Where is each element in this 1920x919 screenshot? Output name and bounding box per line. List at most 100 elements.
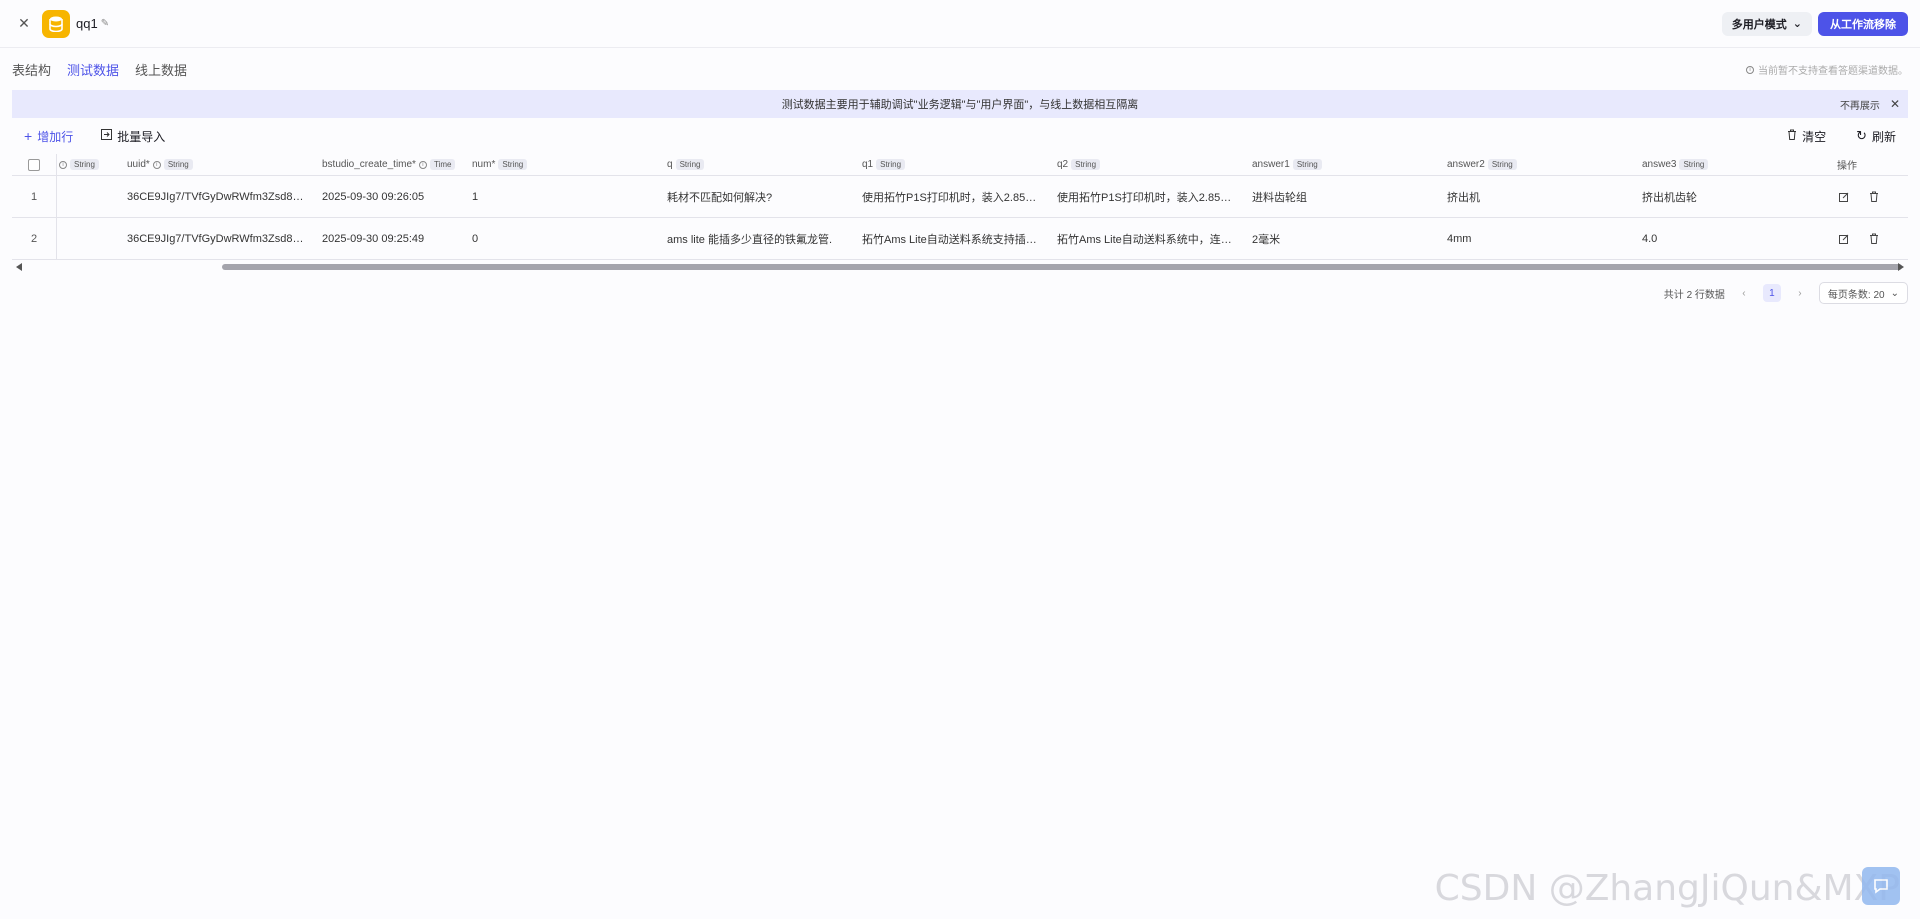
delete-icon[interactable]: [1867, 232, 1881, 246]
type-tag: String: [675, 159, 705, 170]
scrollbar-thumb[interactable]: [222, 264, 1902, 270]
cell-uuid[interactable]: 36CE9JIg7/TVfGyDwRWfm3Zsd8A…: [127, 191, 322, 203]
import-icon: [101, 129, 113, 143]
multi-user-mode-dropdown[interactable]: 多用户模式 ⌄: [1721, 11, 1812, 36]
table-row: 2 36CE9JIg7/TVfGyDwRWfm3Zsd8A… 2025-09-3…: [12, 217, 1908, 260]
tab-note: i 当前暂不支持查看答题渠道数据。: [1746, 62, 1908, 77]
column-header-q: q String: [667, 159, 862, 170]
add-row-button[interactable]: + 增加行: [24, 128, 73, 145]
cell-answer2[interactable]: 挤出机: [1447, 189, 1642, 205]
column-name: uuid*: [127, 159, 150, 170]
tab-note-text: 当前暂不支持查看答题渠道数据。: [1758, 66, 1908, 77]
refresh-icon: ↻: [1856, 128, 1867, 143]
cell-answer1[interactable]: 进料齿轮组: [1252, 189, 1447, 205]
refresh-label: 刷新: [1871, 129, 1896, 144]
edit-icon[interactable]: [1837, 190, 1851, 204]
row-actions: [1837, 232, 1908, 246]
page-size-select[interactable]: 每页条数: 20 ⌄: [1818, 282, 1908, 304]
type-tag: String: [1679, 159, 1709, 170]
info-banner: 测试数据主要用于辅助调试"业务逻辑"与"用户界面"，与线上数据相互隔离 不再展示…: [12, 90, 1908, 118]
cell-answe3[interactable]: 挤出机齿轮: [1642, 189, 1837, 205]
edit-icon[interactable]: [1837, 232, 1851, 246]
cell-answer2[interactable]: 4mm: [1447, 233, 1642, 245]
close-icon[interactable]: ✕: [12, 12, 36, 36]
cell-q[interactable]: ams lite 能插多少直径的铁氟龙管.: [667, 231, 862, 247]
next-page-icon[interactable]: ›: [1791, 284, 1809, 302]
edit-title-icon[interactable]: ✎: [101, 18, 109, 29]
remove-from-workflow-button[interactable]: 从工作流移除: [1818, 11, 1908, 36]
cell-q1[interactable]: 使用拓竹P1S打印机时，装入2.85m…: [862, 189, 1057, 205]
cell-create-time[interactable]: 2025-09-30 09:26:05: [322, 191, 472, 203]
batch-import-label: 批量导入: [117, 129, 166, 144]
row-index: 1: [30, 190, 38, 203]
cell-q2[interactable]: 拓竹Ams Lite自动送料系统中，连接…: [1057, 231, 1252, 247]
refresh-button[interactable]: ↻ 刷新: [1856, 128, 1896, 145]
tab-test-data[interactable]: 测试数据: [67, 60, 119, 79]
floating-help-icon[interactable]: [1862, 867, 1900, 905]
type-tag: Time: [429, 159, 456, 170]
column-header: i String: [56, 153, 127, 176]
type-tag: String: [70, 159, 99, 170]
cell-q[interactable]: 耗材不匹配如何解决?: [667, 189, 862, 205]
type-tag: String: [163, 159, 193, 170]
info-icon: i: [152, 160, 161, 169]
total-rows-text: 共计 2 行数据: [1663, 289, 1725, 301]
cell-answer1[interactable]: 2毫米: [1252, 231, 1447, 247]
batch-import-button[interactable]: 批量导入: [101, 128, 165, 145]
column-header-q1: q1 String: [862, 159, 1057, 170]
column-name: q1: [862, 159, 874, 170]
scroll-right-icon[interactable]: [1898, 263, 1904, 271]
info-icon: i: [1746, 65, 1754, 74]
column-name: answe3: [1642, 159, 1677, 170]
data-table: i String uuid* i String bstudio_create_t…: [12, 153, 1908, 260]
cell-q1[interactable]: 拓竹Ams Lite自动送料系统支持插入…: [862, 231, 1057, 247]
page-size-label: 每页条数: 20: [1827, 289, 1885, 301]
watermark: CSDN @ZhangJiQun&MXP: [1434, 868, 1900, 909]
cell-create-time[interactable]: 2025-09-30 09:25:49: [322, 233, 472, 245]
select-all-checkbox[interactable]: [28, 158, 40, 171]
type-tag: String: [876, 159, 906, 170]
hide-banner-link[interactable]: 不再展示: [1840, 97, 1880, 112]
column-name: bstudio_create_time*: [322, 159, 416, 170]
column-header-actions: 操作: [1837, 161, 1857, 172]
top-bar: ✕ qq1 ✎ 多用户模式 ⌄ 从工作流移除: [0, 0, 1920, 48]
tab-online-data[interactable]: 线上数据: [135, 60, 187, 79]
column-header-answer2: answer2 String: [1447, 159, 1642, 170]
type-tag: String: [1292, 159, 1322, 170]
banner-text: 测试数据主要用于辅助调试"业务逻辑"与"用户界面"，与线上数据相互隔离: [781, 99, 1139, 111]
page-number[interactable]: 1: [1762, 284, 1781, 302]
horizontal-scrollbar[interactable]: [12, 262, 1908, 272]
scroll-left-icon[interactable]: [16, 263, 22, 271]
trash-icon: [1787, 129, 1797, 143]
type-tag: String: [498, 159, 528, 170]
column-header-answe3: answe3 String: [1642, 159, 1837, 170]
tab-bar: 表结构 测试数据 线上数据 i 当前暂不支持查看答题渠道数据。: [0, 48, 1920, 90]
chevron-down-icon: ⌄: [1792, 18, 1802, 30]
type-tag: String: [1071, 159, 1101, 170]
column-header-q2: q2 String: [1057, 159, 1252, 170]
close-banner-icon[interactable]: ✕: [1890, 97, 1900, 111]
database-icon: [42, 9, 70, 38]
cell-num[interactable]: 1: [472, 191, 667, 203]
info-icon: i: [418, 160, 427, 169]
tab-schema[interactable]: 表结构: [12, 60, 51, 79]
clear-label: 清空: [1802, 129, 1827, 144]
row-blank-cell: [56, 175, 127, 218]
chevron-down-icon: ⌄: [1890, 287, 1899, 299]
cell-num[interactable]: 0: [472, 233, 667, 245]
prev-page-icon[interactable]: ‹: [1735, 284, 1753, 302]
column-header-create-time: bstudio_create_time* i Time: [322, 159, 472, 170]
clear-button[interactable]: 清空: [1787, 128, 1826, 145]
cell-answe3[interactable]: 4.0: [1642, 233, 1837, 245]
mode-label: 多用户模式: [1731, 18, 1787, 31]
row-index: 2: [30, 232, 38, 245]
column-header-answer1: answer1 String: [1252, 159, 1447, 170]
row-actions: [1837, 190, 1908, 204]
cell-uuid[interactable]: 36CE9JIg7/TVfGyDwRWfm3Zsd8A…: [127, 233, 322, 245]
delete-icon[interactable]: [1867, 190, 1881, 204]
table-row: 1 36CE9JIg7/TVfGyDwRWfm3Zsd8A… 2025-09-3…: [12, 175, 1908, 218]
column-header-num: num* String: [472, 159, 667, 170]
table-toolbar: + 增加行 批量导入 清空 ↻ 刷新: [0, 118, 1920, 154]
page-title: qq1: [76, 16, 98, 31]
cell-q2[interactable]: 使用拓竹P1S打印机时，装入2.85m…: [1057, 189, 1252, 205]
